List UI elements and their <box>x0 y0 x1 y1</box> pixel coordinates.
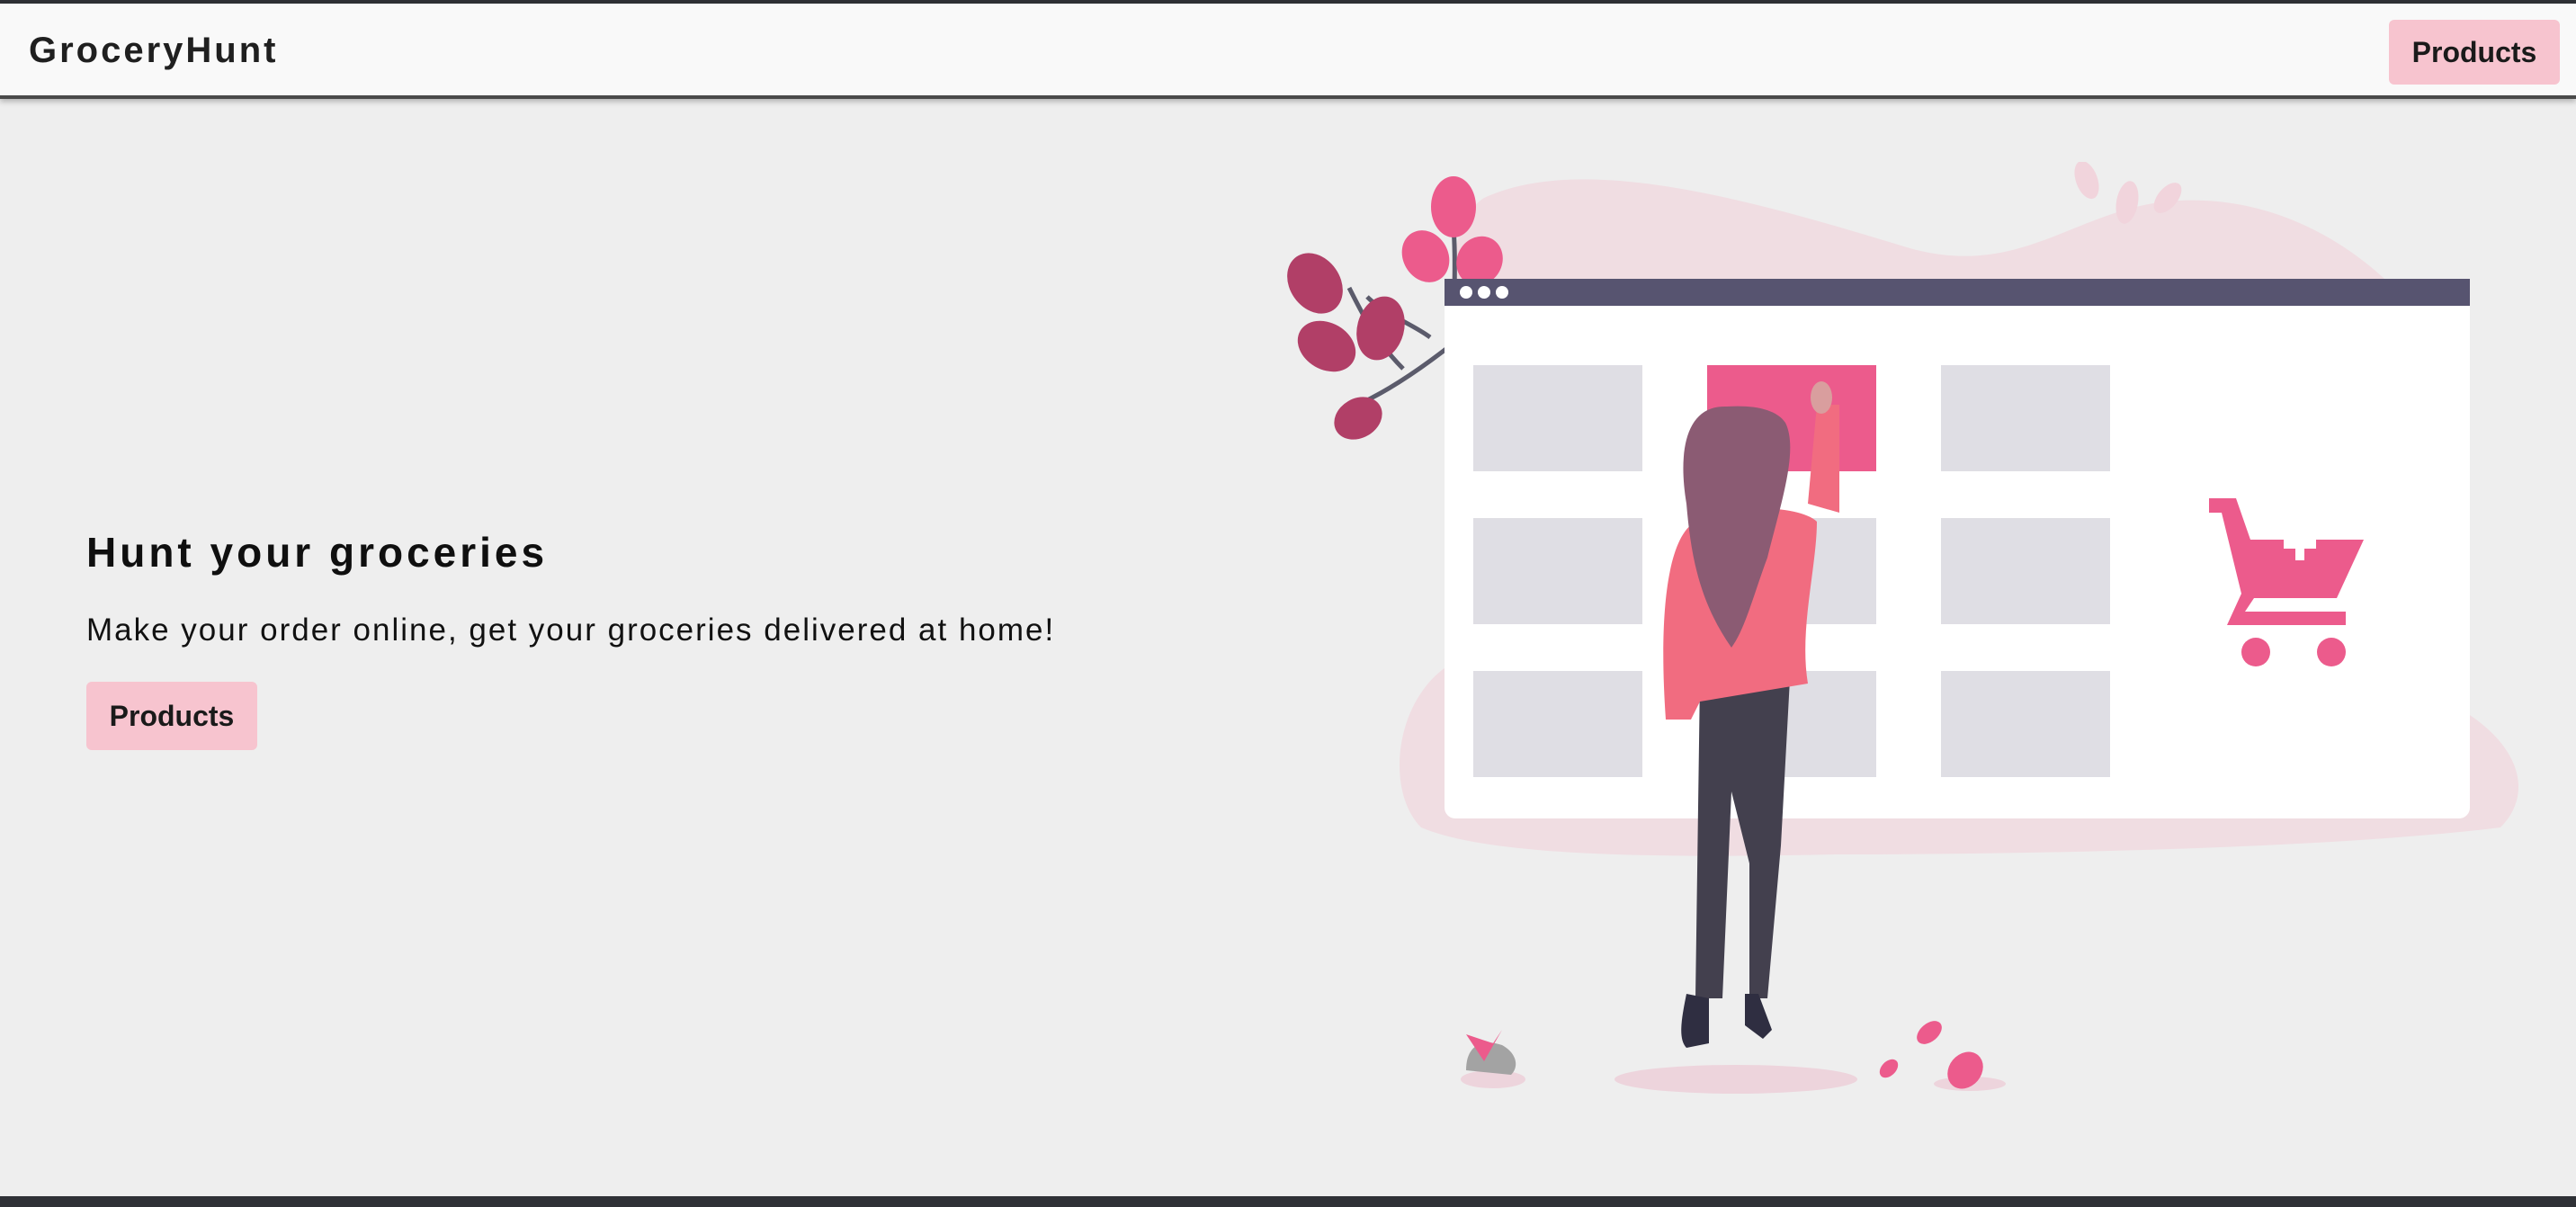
brand-logo[interactable]: GroceryHunt <box>29 29 279 72</box>
nav-products-button[interactable]: Products <box>2389 20 2560 85</box>
shopping-illustration <box>1287 162 2518 1094</box>
navbar: GroceryHunt Products <box>0 4 2576 99</box>
hero-products-button[interactable]: Products <box>86 682 257 750</box>
hero-subtitle: Make your order online, get your groceri… <box>86 612 1056 648</box>
bottom-edge <box>0 1196 2576 1207</box>
hero-title: Hunt your groceries <box>86 529 549 576</box>
